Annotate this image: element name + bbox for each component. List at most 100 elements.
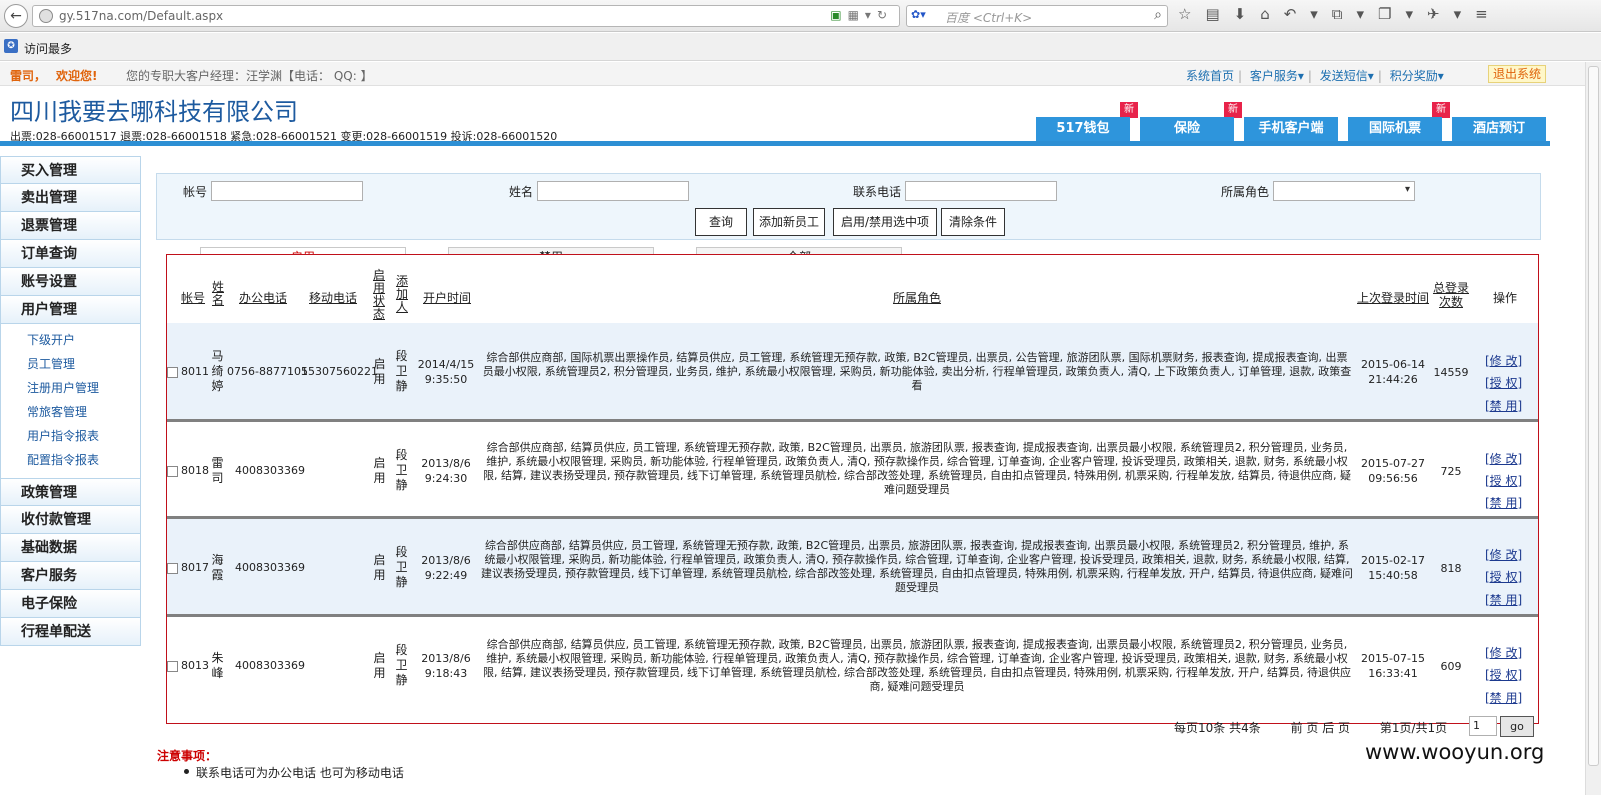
tab-517-wallet[interactable]: 517钱包 — [1036, 117, 1130, 141]
sidebar-item-refund[interactable]: 退票管理 — [0, 212, 141, 240]
cell-roles: 综合部供应商部, 结算员供应, 员工管理, 系统管理无预存款, 政策, B2C管… — [483, 638, 1351, 693]
sidebar-item-buy[interactable]: 买入管理 — [0, 156, 141, 184]
cell-status: 启用 — [373, 553, 386, 582]
edit-link[interactable]: [修 改] — [1485, 546, 1522, 563]
row-checkbox[interactable] — [167, 367, 178, 378]
edit-link[interactable]: [修 改] — [1485, 644, 1522, 661]
sidebar-sub-frequent-travelers[interactable]: 常旅客管理 — [1, 400, 140, 424]
disable-link[interactable]: [禁 用] — [1485, 494, 1522, 511]
cell-last-time: 09:56:56 — [1368, 472, 1418, 485]
link-customer-service[interactable]: 客户服务▾ — [1250, 69, 1304, 83]
row-checkbox[interactable] — [167, 466, 178, 477]
cell-office: 4008303369 — [235, 464, 305, 477]
sidebar-sub-registered-users[interactable]: 注册用户管理 — [1, 376, 140, 400]
cell-last-date: 2015-06-14 — [1361, 358, 1425, 371]
address-bar[interactable]: gy.517na.com/Default.aspx ▣▦▾↻ — [32, 5, 900, 27]
col-office-phone[interactable]: 办公电话 — [239, 289, 287, 306]
browser-toolbar: ← gy.517na.com/Default.aspx ▣▦▾↻ ✿▾ 百度 <… — [0, 0, 1601, 32]
link-points[interactable]: 积分奖励▾ — [1390, 69, 1444, 83]
table-row: 8018 雷司 4008303369 启用 段卫静 2013/8/6 9:24:… — [167, 422, 1538, 519]
sidebar-item-e-insurance[interactable]: 电子保险 — [0, 590, 141, 618]
role-select[interactable] — [1273, 181, 1415, 201]
cell-name: 雷司 — [211, 456, 224, 485]
col-last-login[interactable]: 上次登录时间 — [1357, 289, 1429, 306]
cell-last-date: 2015-02-17 — [1361, 554, 1425, 567]
row-checkbox[interactable] — [167, 661, 178, 672]
link-send-sms[interactable]: 发送短信▾ — [1320, 69, 1374, 83]
authorize-link[interactable]: [授 权] — [1485, 666, 1522, 683]
cell-status: 启用 — [373, 456, 386, 485]
logout-button[interactable]: 退出系统 — [1488, 65, 1546, 83]
search-bar[interactable]: ✿▾ 百度 <Ctrl+K> ⌕ — [906, 5, 1168, 27]
account-input[interactable] — [211, 181, 363, 201]
sidebar-item-basic-data[interactable]: 基础数据 — [0, 534, 141, 562]
sidebar-sub-staff[interactable]: 员工管理 — [1, 352, 140, 376]
col-name[interactable]: 姓名 — [211, 281, 225, 307]
sidebar-item-orders[interactable]: 订单查询 — [0, 240, 141, 268]
col-total-login[interactable]: 总登录次数 — [1431, 281, 1471, 309]
cell-login-count: 725 — [1440, 465, 1462, 478]
bookmarks-bar: ✪ 访问最多 — [0, 33, 1601, 61]
sidebar-item-itinerary[interactable]: 行程单配送 — [0, 618, 141, 646]
sidebar-item-sell[interactable]: 卖出管理 — [0, 184, 141, 212]
pager-nav[interactable]: 前 页 后 页 — [1291, 721, 1350, 735]
cell-time: 9:24:30 — [424, 472, 468, 485]
cell-account: 8013 — [181, 659, 209, 672]
col-mobile[interactable]: 移动电话 — [309, 289, 357, 306]
back-arrow-icon[interactable]: ← — [4, 4, 28, 28]
sidebar-sub-user-command-report[interactable]: 用户指令报表 — [1, 424, 140, 448]
disable-link[interactable]: [禁 用] — [1485, 591, 1522, 608]
authorize-link[interactable]: [授 权] — [1485, 472, 1522, 489]
cell-time: 9:22:49 — [424, 569, 468, 582]
col-adder[interactable]: 添加人 — [395, 275, 409, 314]
disable-link[interactable]: [禁 用] — [1485, 397, 1522, 414]
sidebar-item-customer-service[interactable]: 客户服务 — [0, 562, 141, 590]
sidebar-item-users[interactable]: 用户管理 — [0, 296, 141, 324]
query-button[interactable]: 查询 — [695, 208, 747, 236]
add-staff-button[interactable]: 添加新员工 — [753, 208, 825, 236]
col-account[interactable]: 帐号 — [181, 289, 205, 306]
search-placeholder: 百度 <Ctrl+K> — [945, 11, 1033, 25]
search-icon[interactable]: ⌕ — [1154, 7, 1162, 23]
clear-button[interactable]: 清除条件 — [941, 208, 1005, 236]
welcome-strip: 雷司， 欢迎您! 您的专职大客户经理：汪学渊【电话： QQ: 】 系统首页 | 客… — [0, 62, 1585, 86]
address-bar-icons[interactable]: ▣▦▾↻ — [830, 8, 893, 22]
sidebar-item-payments[interactable]: 收付款管理 — [0, 506, 141, 534]
col-created[interactable]: 开户时间 — [423, 289, 471, 306]
authorize-link[interactable]: [授 权] — [1485, 568, 1522, 585]
tab-intl-ticket[interactable]: 国际机票 — [1348, 117, 1442, 141]
go-button[interactable]: go — [1500, 716, 1534, 737]
col-status[interactable]: 启用状态 — [372, 269, 386, 321]
watermark: www.wooyun.org — [1365, 740, 1545, 764]
toggle-enable-button[interactable]: 启用/禁用选中项 — [833, 208, 937, 236]
cell-time: 9:35:50 — [424, 373, 468, 386]
authorize-link[interactable]: [授 权] — [1485, 374, 1522, 391]
col-roles[interactable]: 所属角色 — [893, 289, 941, 306]
cell-date: 2013/8/6 — [421, 554, 471, 567]
cell-status: 启用 — [373, 651, 386, 680]
disable-link[interactable]: [禁 用] — [1485, 689, 1522, 706]
cell-name: 海霞 — [211, 553, 224, 582]
edit-link[interactable]: [修 改] — [1485, 450, 1522, 467]
tab-insurance[interactable]: 保险 — [1140, 117, 1234, 141]
row-checkbox[interactable] — [167, 563, 178, 574]
tab-hotel[interactable]: 酒店预订 — [1452, 117, 1546, 141]
sidebar-item-account[interactable]: 账号设置 — [0, 268, 141, 296]
sidebar-sub-config-command-report[interactable]: 配置指令报表 — [1, 448, 140, 472]
baidu-paw-icon[interactable]: ✿▾ — [911, 8, 939, 24]
browser-toolbar-icons[interactable]: ☆▤⬇⌂↶▾⧉▾❐▾✈▾≡ — [1178, 5, 1502, 23]
sidebar-item-policy[interactable]: 政策管理 — [0, 478, 141, 506]
phone-input[interactable] — [905, 181, 1057, 201]
cell-account: 8011 — [181, 365, 209, 378]
page-number-input[interactable]: 1 — [1469, 716, 1497, 736]
link-home[interactable]: 系统首页 — [1186, 69, 1234, 83]
scrollbar-thumb[interactable] — [1588, 66, 1599, 766]
cell-last-time: 16:33:41 — [1368, 667, 1418, 680]
cell-last-date: 2015-07-15 — [1361, 652, 1425, 665]
tab-mobile-client[interactable]: 手机客户端 — [1244, 117, 1338, 141]
sidebar-sub-open-account[interactable]: 下级开户 — [1, 328, 140, 352]
page-scrollbar[interactable] — [1585, 62, 1601, 795]
edit-link[interactable]: [修 改] — [1485, 352, 1522, 369]
name-input[interactable] — [537, 181, 689, 201]
bookmark-most-visited[interactable]: 访问最多 — [24, 40, 72, 57]
